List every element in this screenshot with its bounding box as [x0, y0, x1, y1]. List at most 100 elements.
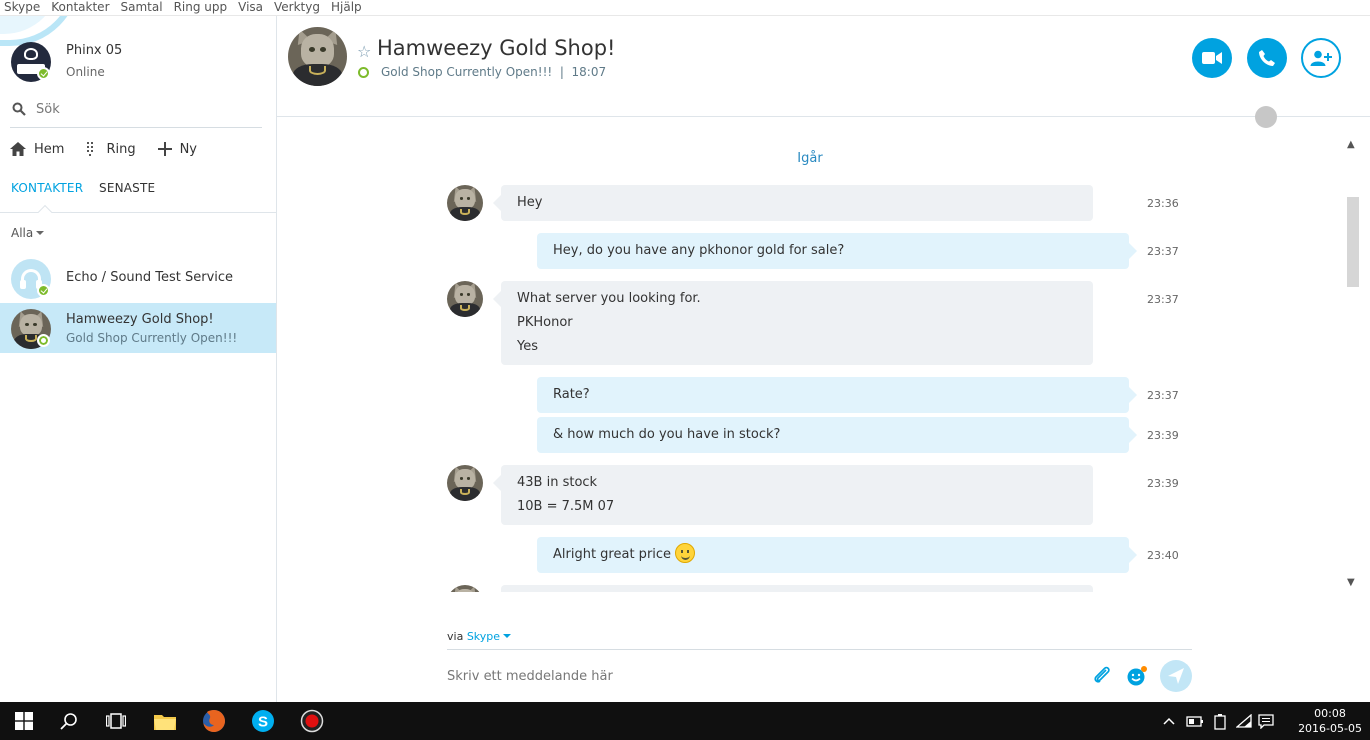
giants-logo-icon	[24, 48, 38, 60]
favorite-star-icon[interactable]: ☆	[357, 42, 371, 61]
message-text: PKHonor	[517, 315, 573, 330]
phone-icon	[1259, 50, 1275, 66]
message-time: 23:37	[1147, 293, 1179, 306]
message-time: 23:40	[1147, 549, 1179, 562]
menu-kontakter[interactable]: Kontakter	[47, 0, 116, 15]
dialpad-button[interactable]: Ring	[86, 138, 136, 160]
send-button[interactable]	[1160, 660, 1192, 692]
via-prefix: via	[447, 630, 464, 643]
contact-item-hamweezy[interactable]: Hamweezy Gold Shop! Gold Shop Currently …	[0, 303, 276, 353]
windows-taskbar: S 00:08 2016-05-05	[0, 702, 1370, 740]
sidebar: Phinx 05 Online Hem	[0, 16, 277, 702]
message-input[interactable]	[447, 664, 1067, 688]
record-icon	[300, 709, 324, 733]
chat-local-time: 18:07	[571, 65, 607, 79]
contact-name: Echo / Sound Test Service	[66, 270, 234, 285]
contact-item-echo[interactable]: Echo / Sound Test Service	[0, 253, 276, 303]
message-bubble-outgoing[interactable]: & how much do you have in stock?	[537, 417, 1137, 453]
message-text: Hey	[517, 195, 543, 210]
menu-ring-upp[interactable]: Ring upp	[170, 0, 235, 15]
taskbar-search-button[interactable]	[45, 702, 93, 740]
svg-text:S: S	[258, 714, 268, 731]
firefox-button[interactable]	[190, 702, 238, 740]
clock-date: 2016-05-05	[1298, 722, 1362, 735]
sender-avatar[interactable]	[447, 465, 483, 501]
sender-avatar[interactable]	[447, 585, 483, 592]
taskbar-clock[interactable]: 00:08 2016-05-05	[1298, 706, 1362, 736]
dialpad-icon	[87, 142, 94, 156]
clock-time: 00:08	[1314, 707, 1346, 720]
battery-icon[interactable]	[1214, 714, 1226, 730]
video-call-button[interactable]	[1192, 38, 1232, 78]
tab-recent[interactable]: SENASTE	[99, 181, 155, 195]
message-text: Rate?	[553, 387, 590, 402]
sender-avatar[interactable]	[447, 185, 483, 221]
emoticon-picker-icon[interactable]	[1126, 665, 1148, 687]
sender-avatar[interactable]	[447, 281, 483, 317]
add-people-button[interactable]	[1301, 38, 1341, 78]
scroll-up-arrow-icon[interactable]: ▲	[1347, 139, 1355, 150]
home-label: Hem	[34, 141, 65, 157]
file-explorer-button[interactable]	[141, 702, 189, 740]
plus-icon	[157, 142, 172, 156]
message-time: 23:39	[1147, 477, 1179, 490]
menu-hjalp[interactable]: Hjälp	[327, 0, 369, 15]
skype-taskbar-button[interactable]: S	[239, 702, 287, 740]
via-service-selector[interactable]: via Skype	[447, 630, 512, 643]
chevron-down-icon	[36, 231, 45, 235]
task-view-icon	[106, 713, 126, 729]
contact-status-online-icon	[37, 284, 50, 297]
message-bubble-outgoing[interactable]: Hey, do you have any pkhonor gold for sa…	[537, 233, 1137, 269]
my-status-text[interactable]: Online	[66, 65, 105, 79]
date-separator: Igår	[797, 151, 823, 166]
via-service: Skype	[466, 630, 501, 643]
send-arrow-icon	[1168, 668, 1184, 684]
chat-mood-line: Gold Shop Currently Open!!! | 18:07	[381, 65, 607, 79]
add-person-icon	[1310, 50, 1332, 66]
task-view-button[interactable]	[92, 702, 140, 740]
chevron-up-icon[interactable]	[1163, 717, 1175, 725]
active-tab-indicator	[37, 204, 53, 220]
message-bubble-outgoing[interactable]: Alright great price	[537, 537, 1137, 573]
new-button[interactable]: Ny	[157, 138, 197, 160]
attachment-icon[interactable]	[1092, 665, 1112, 685]
chevron-down-icon	[503, 634, 512, 638]
my-display-name[interactable]: Phinx 05	[66, 43, 122, 58]
message-bubble-outgoing[interactable]: Rate?	[537, 377, 1137, 413]
message-scrollbar[interactable]: ▲ ▼	[1343, 137, 1361, 592]
message-bubble-incoming[interactable]: 43B in stock 10B = 7.5M 07	[493, 465, 1093, 525]
tab-contacts[interactable]: KONTAKTER	[11, 181, 83, 195]
contact-tabs: KONTAKTER SENASTE	[0, 178, 276, 220]
recorder-taskbar-button[interactable]	[288, 702, 336, 740]
message-text: 10B = 7.5M 07	[517, 499, 615, 514]
menu-visa[interactable]: Visa	[234, 0, 270, 15]
menu-samtal[interactable]: Samtal	[117, 0, 170, 15]
chat-title[interactable]: Hamweezy Gold Shop!	[377, 36, 615, 60]
dialpad-label: Ring	[106, 141, 136, 157]
message-bubble-incoming[interactable]: Hey	[493, 185, 1093, 221]
start-button[interactable]	[0, 702, 48, 740]
search-input[interactable]	[36, 98, 256, 120]
audio-call-button[interactable]	[1247, 38, 1287, 78]
contact-name: Hamweezy Gold Shop!	[66, 312, 214, 327]
message-bubble-incoming[interactable]: What server you looking for. PKHonor Yes	[493, 281, 1093, 365]
menu-verktyg[interactable]: Verktyg	[270, 0, 327, 15]
contact-filter-dropdown[interactable]: Alla	[11, 226, 45, 240]
wifi-icon[interactable]	[1236, 714, 1252, 728]
contact-status-mood-icon	[37, 334, 50, 347]
menu-skype[interactable]: Skype	[0, 0, 47, 15]
message-list: Igår Hey 23:36 Hey, do you have any pkho…	[277, 117, 1343, 592]
search-icon	[60, 713, 77, 730]
scroll-thumb[interactable]	[1347, 197, 1359, 287]
hardware-icon[interactable]	[1186, 714, 1204, 728]
scroll-down-arrow-icon[interactable]: ▼	[1347, 577, 1355, 588]
message-text: What server you looking for.	[517, 291, 701, 306]
sidebar-decoration-arc	[0, 16, 80, 46]
message-bubble-incoming[interactable]	[501, 585, 1093, 592]
chat-avatar[interactable]	[288, 27, 347, 86]
home-button[interactable]: Hem	[10, 138, 64, 160]
message-time: 23:36	[1147, 197, 1179, 210]
filter-label: Alla	[11, 226, 34, 240]
notification-icon[interactable]	[1258, 714, 1274, 729]
message-text-content: Alright great price	[553, 547, 672, 562]
